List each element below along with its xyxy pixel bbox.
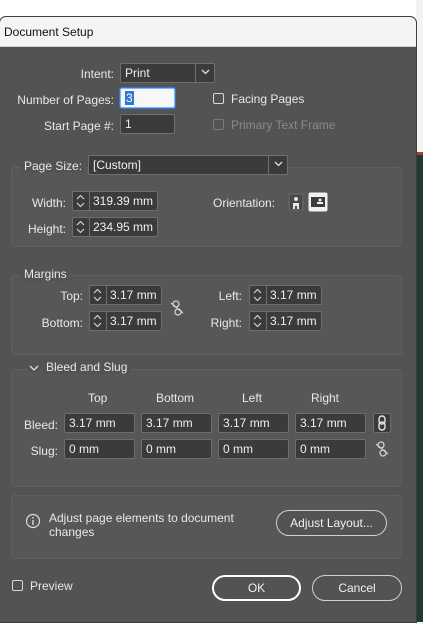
title-bar[interactable]: Document Setup: [0, 17, 416, 47]
intent-dropdown[interactable]: Print: [120, 63, 215, 83]
chevron-down-icon: [195, 64, 214, 82]
stepper-arrows-icon[interactable]: [73, 218, 90, 236]
stepper-arrows-icon[interactable]: [250, 312, 267, 330]
bleed-top-input[interactable]: 3.17 mm: [64, 413, 135, 433]
bleed-right-value: 3.17 mm: [300, 416, 347, 430]
width-value[interactable]: 319.39 mm: [93, 192, 155, 210]
margin-right-value[interactable]: 3.17 mm: [270, 312, 319, 330]
slug-right-input[interactable]: 0 mm: [295, 439, 366, 459]
slug-left-value: 0 mm: [223, 442, 253, 456]
margins-group: [11, 275, 402, 355]
slug-right-value: 0 mm: [300, 442, 330, 456]
background-canvas: [416, 0, 423, 624]
start-page-value: 1: [125, 117, 132, 131]
dialog-title: Document Setup: [4, 25, 94, 39]
bleed-bottom-input[interactable]: 3.17 mm: [141, 413, 212, 433]
page-size-dropdown[interactable]: [Custom]: [88, 155, 288, 175]
margin-top-label: Top:: [60, 289, 83, 303]
chevron-down-icon[interactable]: [28, 362, 40, 372]
facing-pages-label: Facing Pages: [231, 92, 305, 106]
column-header-right: Right: [311, 391, 340, 405]
margin-bottom-value[interactable]: 3.17 mm: [110, 312, 159, 330]
page-size-value: [Custom]: [93, 158, 142, 172]
portrait-orientation-icon[interactable]: [288, 193, 304, 211]
bleed-slug-title: Bleed and Slug: [42, 360, 132, 374]
unlinked-chain-icon[interactable]: [375, 441, 389, 457]
primary-text-frame-checkbox[interactable]: [213, 119, 224, 130]
column-header-top: Top: [88, 391, 108, 405]
height-value[interactable]: 234.95 mm: [93, 218, 155, 236]
bleed-right-input[interactable]: 3.17 mm: [295, 413, 366, 433]
bleed-left-input[interactable]: 3.17 mm: [218, 413, 289, 433]
margin-left-label: Left:: [218, 289, 242, 303]
slug-left-input[interactable]: 0 mm: [218, 439, 289, 459]
margin-bottom-label: Bottom:: [41, 316, 83, 330]
ok-button[interactable]: OK: [212, 575, 301, 601]
bleed-top-value: 3.17 mm: [69, 416, 116, 430]
linked-chain-icon[interactable]: [373, 413, 391, 433]
adjust-layout-button[interactable]: Adjust Layout...: [276, 510, 387, 536]
bleed-left-value: 3.17 mm: [223, 416, 270, 430]
margin-right-label: Right:: [210, 316, 242, 330]
margin-right-stepper[interactable]: 3.17 mm: [249, 311, 322, 331]
margin-top-value[interactable]: 3.17 mm: [110, 286, 159, 304]
slug-top-input[interactable]: 0 mm: [64, 439, 135, 459]
width-label: Width:: [31, 196, 66, 210]
cancel-button[interactable]: Cancel: [312, 575, 402, 601]
slug-bottom-input[interactable]: 0 mm: [141, 439, 212, 459]
intent-value: Print: [125, 66, 150, 80]
orientation-label: Orientation:: [213, 196, 276, 210]
margin-left-stepper[interactable]: 3.17 mm: [249, 285, 322, 305]
slug-bottom-value: 0 mm: [146, 442, 176, 456]
column-header-left: Left: [242, 391, 263, 405]
margin-left-value[interactable]: 3.17 mm: [270, 286, 319, 304]
page-size-label: Page Size:: [20, 159, 87, 173]
start-page-input[interactable]: 1: [120, 114, 175, 134]
margins-title: Margins: [20, 267, 71, 281]
slug-label: Slug:: [30, 444, 58, 458]
height-stepper[interactable]: 234.95 mm: [72, 217, 158, 237]
height-label: Height:: [27, 222, 66, 236]
width-stepper[interactable]: 319.39 mm: [72, 191, 158, 211]
number-of-pages-input[interactable]: 3: [120, 88, 175, 108]
stepper-arrows-icon[interactable]: [90, 312, 107, 330]
canvas-edge-marker: [416, 152, 423, 155]
stepper-arrows-icon[interactable]: [250, 286, 267, 304]
primary-text-frame-label: Primary Text Frame: [231, 118, 336, 132]
bleed-bottom-value: 3.17 mm: [146, 416, 193, 430]
facing-pages-checkbox[interactable]: [213, 93, 224, 104]
column-header-bottom: Bottom: [156, 391, 195, 405]
document-setup-dialog: Document Setup Intent: Print Number of P…: [0, 17, 416, 622]
stepper-arrows-icon[interactable]: [73, 192, 90, 210]
number-of-pages-label: Number of Pages:: [17, 93, 114, 107]
preview-checkbox[interactable]: [12, 580, 23, 591]
bleed-label: Bleed:: [23, 418, 58, 432]
landscape-orientation-icon[interactable]: [308, 192, 328, 212]
info-icon: [25, 513, 41, 529]
preview-label: Preview: [30, 579, 73, 593]
margin-bottom-stepper[interactable]: 3.17 mm: [89, 311, 162, 331]
start-page-label: Start Page #:: [43, 119, 114, 133]
document-canvas-strip: [416, 152, 423, 622]
margin-top-stepper[interactable]: 3.17 mm: [89, 285, 162, 305]
chevron-down-icon: [268, 156, 287, 174]
number-of-pages-value: 3: [125, 91, 134, 105]
page-size-group: [11, 167, 402, 247]
intent-label: Intent:: [80, 67, 114, 81]
stepper-arrows-icon[interactable]: [90, 286, 107, 304]
adjust-info-line1: Adjust page elements to document: [49, 511, 234, 525]
slug-top-value: 0 mm: [69, 442, 99, 456]
adjust-info-line2: changes: [49, 525, 95, 539]
unlinked-chain-icon[interactable]: [170, 300, 184, 316]
